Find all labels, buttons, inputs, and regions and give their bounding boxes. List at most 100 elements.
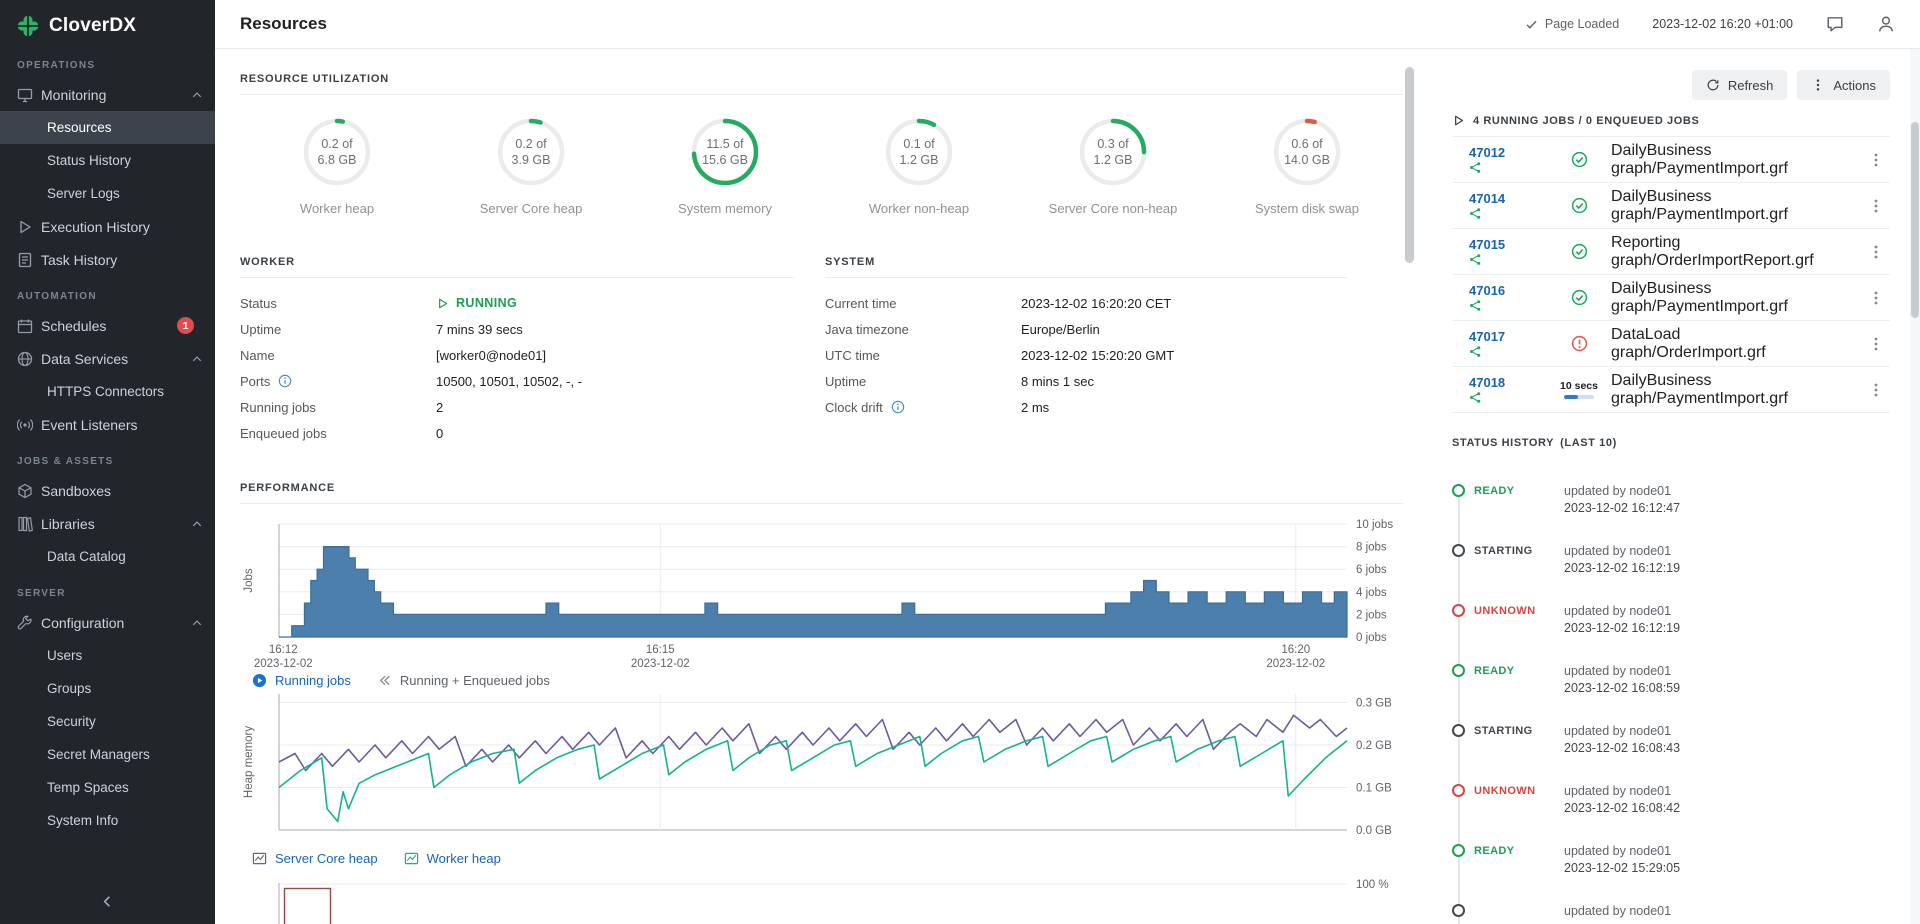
job-duration: 10 secs [1560, 380, 1598, 392]
sidebar-subitem-label: Groups [47, 681, 91, 696]
wrench-icon [17, 615, 33, 631]
globe-icon [17, 351, 33, 367]
section-performance: PERFORMANCE [240, 482, 1403, 504]
legend-running-jobs[interactable]: Running jobs [252, 673, 351, 688]
sidebar-item-sandboxes[interactable]: Sandboxes [0, 474, 215, 507]
sidebar-item-resources[interactable]: Resources [0, 111, 215, 144]
sidebar-item-system-info[interactable]: System Info [0, 804, 215, 837]
status-history-item: UNKNOWN updated by node01 2023-12-02 16:… [1452, 603, 1890, 663]
user-account-icon[interactable] [1877, 15, 1895, 33]
content-row: RESOURCE UTILIZATION 0.2 of 6.8 GB Worke… [215, 49, 1920, 924]
sidebar-item-server-logs[interactable]: Server Logs [0, 177, 215, 210]
kebab-icon [1811, 78, 1825, 92]
status-dot-icon [1452, 664, 1465, 677]
gauge-ring: 11.5 of 15.6 GB [690, 117, 760, 187]
sidebar-item-users[interactable]: Users [0, 639, 215, 672]
status-label: UNKNOWN [1474, 605, 1550, 617]
job-menu-kebab-icon[interactable] [1868, 290, 1884, 306]
job-info-cell: DailyBusiness graph/PaymentImport.grf [1611, 188, 1856, 224]
status-dot-icon [1452, 844, 1465, 857]
sidebar-subitem-label: HTTPS Connectors [47, 384, 164, 399]
job-menu-kebab-icon[interactable] [1868, 152, 1884, 168]
worker-rows: Status RUNNINGUptime7 mins 39 secsName[w… [240, 290, 794, 446]
gauge-value: 0.6 of 14.0 GB [1272, 117, 1342, 187]
sidebar-item-libraries[interactable]: Libraries [0, 507, 215, 540]
heap-chart-legend: Server Core heap Worker heap [252, 850, 1418, 867]
sidebar-item-data-catalog[interactable]: Data Catalog [0, 540, 215, 573]
job-menu-kebab-icon[interactable] [1868, 198, 1884, 214]
topbar-right: Page Loaded 2023-12-02 16:20 +01:00 [1525, 15, 1895, 33]
sidebar-item-status-history[interactable]: Status History [0, 144, 215, 177]
job-project: DataLoad [1611, 326, 1856, 344]
job-id-cell: 47017 [1469, 329, 1547, 358]
brand-logo[interactable]: CloverDX [0, 0, 215, 45]
sidebar-item-security[interactable]: Security [0, 705, 215, 738]
sidebar-subitem-label: Users [47, 648, 82, 663]
refresh-button[interactable]: Refresh [1692, 70, 1788, 100]
status-updated-by: updated by node01 [1564, 663, 1680, 680]
sidebar-item-event-listeners[interactable]: Event Listeners [0, 408, 215, 441]
panel-scrollbar-thumb[interactable] [1911, 122, 1919, 318]
job-id-link[interactable]: 47014 [1469, 191, 1547, 206]
job-progressbar [1564, 395, 1594, 399]
clover-icon [16, 14, 40, 38]
info-row-utc-time: UTC time2023-12-02 15:20:20 GMT [825, 342, 1347, 368]
gauge-server-core-non-heap: 0.3 of 1.2 GB Server Core non-heap [1016, 117, 1210, 216]
actions-button[interactable]: Actions [1797, 70, 1890, 100]
legend-server-core-heap[interactable]: Server Core heap [252, 851, 378, 866]
job-id-link[interactable]: 47016 [1469, 283, 1547, 298]
info-label: Enqueued jobs [240, 426, 327, 441]
status-meta: updated by node01 2023-12-02 16:12:19 [1564, 603, 1680, 637]
box-icon [17, 483, 33, 499]
sidebar-subitem-label: System Info [47, 813, 118, 828]
info-icon[interactable] [891, 400, 905, 414]
page-loaded-label: Page Loaded [1545, 17, 1619, 31]
sidebar-collapse-button[interactable] [0, 884, 215, 918]
gauge-value: 0.3 of 1.2 GB [1078, 117, 1148, 187]
job-id-link[interactable]: 47017 [1469, 329, 1547, 344]
sidebar-item-data-services[interactable]: Data Services [0, 342, 215, 375]
job-id-cell: 47015 [1469, 237, 1547, 266]
feedback-chat-icon[interactable] [1826, 15, 1844, 33]
main-scrollbar-thumb[interactable] [1405, 67, 1414, 263]
job-id-link[interactable]: 47012 [1469, 145, 1547, 160]
chevron-up-icon [191, 518, 203, 530]
sidebar-item-secret-managers[interactable]: Secret Managers [0, 738, 215, 771]
job-menu-kebab-icon[interactable] [1868, 382, 1884, 398]
job-menu-kebab-icon[interactable] [1868, 336, 1884, 352]
sidebar-subitem-label: Temp Spaces [47, 780, 129, 795]
job-id-link[interactable]: 47015 [1469, 237, 1547, 252]
gauge-server-core-heap: 0.2 of 3.9 GB Server Core heap [434, 117, 628, 216]
legend-worker-heap[interactable]: Worker heap [404, 851, 501, 866]
job-status-cell [1559, 335, 1599, 352]
cpu-chart-partial: 100 % [240, 875, 1403, 924]
sidebar-item-configuration[interactable]: Configuration [0, 606, 215, 639]
job-menu-kebab-icon[interactable] [1868, 244, 1884, 260]
status-history-suffix: (LAST 10) [1560, 437, 1617, 449]
status-history-list: READY updated by node01 2023-12-02 16:12… [1452, 483, 1890, 924]
sidebar-item-groups[interactable]: Groups [0, 672, 215, 705]
worker-section: WORKER Status RUNNINGUptime7 mins 39 sec… [240, 256, 794, 446]
info-row-running-jobs: Running jobs2 [240, 394, 794, 420]
sidebar-item-temp-spaces[interactable]: Temp Spaces [0, 771, 215, 804]
info-icon[interactable] [278, 374, 292, 388]
job-info-cell: DailyBusiness graph/PaymentImport.grf [1611, 372, 1856, 408]
sidebar-subitem-label: Server Logs [47, 186, 120, 201]
legend-running-enqueued-jobs[interactable]: Running + Enqueued jobs [377, 673, 550, 688]
info-row-ports: Ports10500, 10501, 10502, -, - [240, 368, 794, 394]
sidebar-item-execution-history[interactable]: Execution History [0, 210, 215, 243]
status-dot-icon [1452, 784, 1465, 797]
sidebar-item-schedules[interactable]: Schedules1 [0, 309, 215, 342]
status-updated-by: updated by node01 [1564, 603, 1680, 620]
sidebar-item-https-connectors[interactable]: HTTPS Connectors [0, 375, 215, 408]
sidebar-item-label: Monitoring [41, 87, 106, 103]
job-id-link[interactable]: 47018 [1469, 375, 1547, 390]
section-system: SYSTEM [825, 256, 1347, 278]
job-id-cell: 47012 [1469, 145, 1547, 174]
chevron-up-icon [191, 89, 203, 101]
sidebar-section: JOBS & ASSETSSandboxesLibrariesData Cata… [0, 441, 215, 573]
sidebar-item-label: Task History [41, 252, 117, 268]
jobs-chart-legend: Running jobs Running + Enqueued jobs [252, 672, 1418, 688]
sidebar-item-task-history[interactable]: Task History [0, 243, 215, 276]
sidebar-item-monitoring[interactable]: Monitoring [0, 78, 215, 111]
